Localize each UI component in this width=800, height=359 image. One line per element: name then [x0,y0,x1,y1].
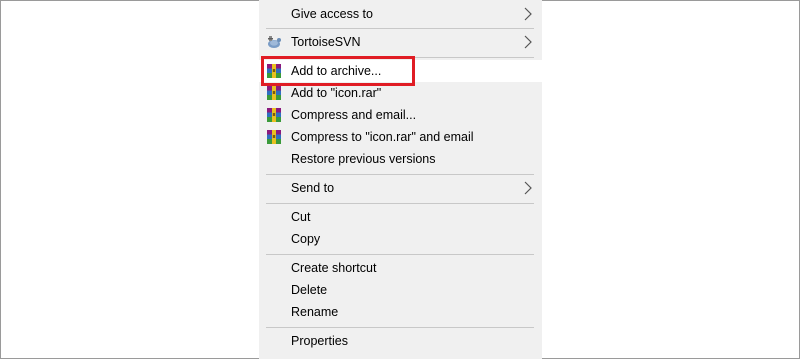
menu-item-label: Properties [291,334,348,348]
menu-item-label: Create shortcut [291,261,377,275]
menu-item-send-to[interactable]: Send to [259,177,542,199]
chevron-right-icon [524,7,532,21]
menu-separator [266,254,534,255]
menu-item-label: Restore previous versions [291,152,436,166]
menu-item-compress-to-icon-rar-email[interactable]: Compress to "icon.rar" and email [259,126,542,148]
menu-separator [266,203,534,204]
menu-item-label: Copy [291,232,321,246]
menu-item-restore-previous-versions[interactable]: Restore previous versions [259,148,542,170]
menu-item-copy[interactable]: Copy [259,228,542,250]
context-menu: Give access to TortoiseSVN Add to archiv… [259,0,542,359]
menu-item-compress-and-email[interactable]: Compress and email... [259,104,542,126]
menu-item-label: TortoiseSVN [291,35,361,49]
menu-item-label: Compress and email... [291,108,417,122]
annotation-highlight-box [261,56,415,86]
chevron-right-icon [524,181,532,195]
menu-item-rename[interactable]: Rename [259,301,542,323]
menu-item-delete[interactable]: Delete [259,279,542,301]
winrar-icon [267,108,281,122]
menu-item-label: Give access to [291,7,373,21]
menu-item-cut[interactable]: Cut [259,206,542,228]
menu-item-label: Cut [291,210,311,224]
menu-separator [266,327,534,328]
winrar-icon [267,130,281,144]
winrar-icon [267,86,281,100]
menu-item-give-access[interactable]: Give access to [259,3,542,25]
menu-item-create-shortcut[interactable]: Create shortcut [259,257,542,279]
tortoisesvn-icon [268,36,281,48]
menu-item-label: Delete [291,283,328,297]
menu-item-tortoisesvn[interactable]: TortoiseSVN [259,31,542,53]
menu-item-label: Compress to "icon.rar" and email [291,130,474,144]
chevron-right-icon [524,35,532,49]
menu-item-label: Rename [291,305,339,319]
menu-item-properties[interactable]: Properties [259,330,542,352]
menu-separator [266,174,534,175]
menu-separator [266,28,534,29]
menu-item-label: Send to [291,181,335,195]
